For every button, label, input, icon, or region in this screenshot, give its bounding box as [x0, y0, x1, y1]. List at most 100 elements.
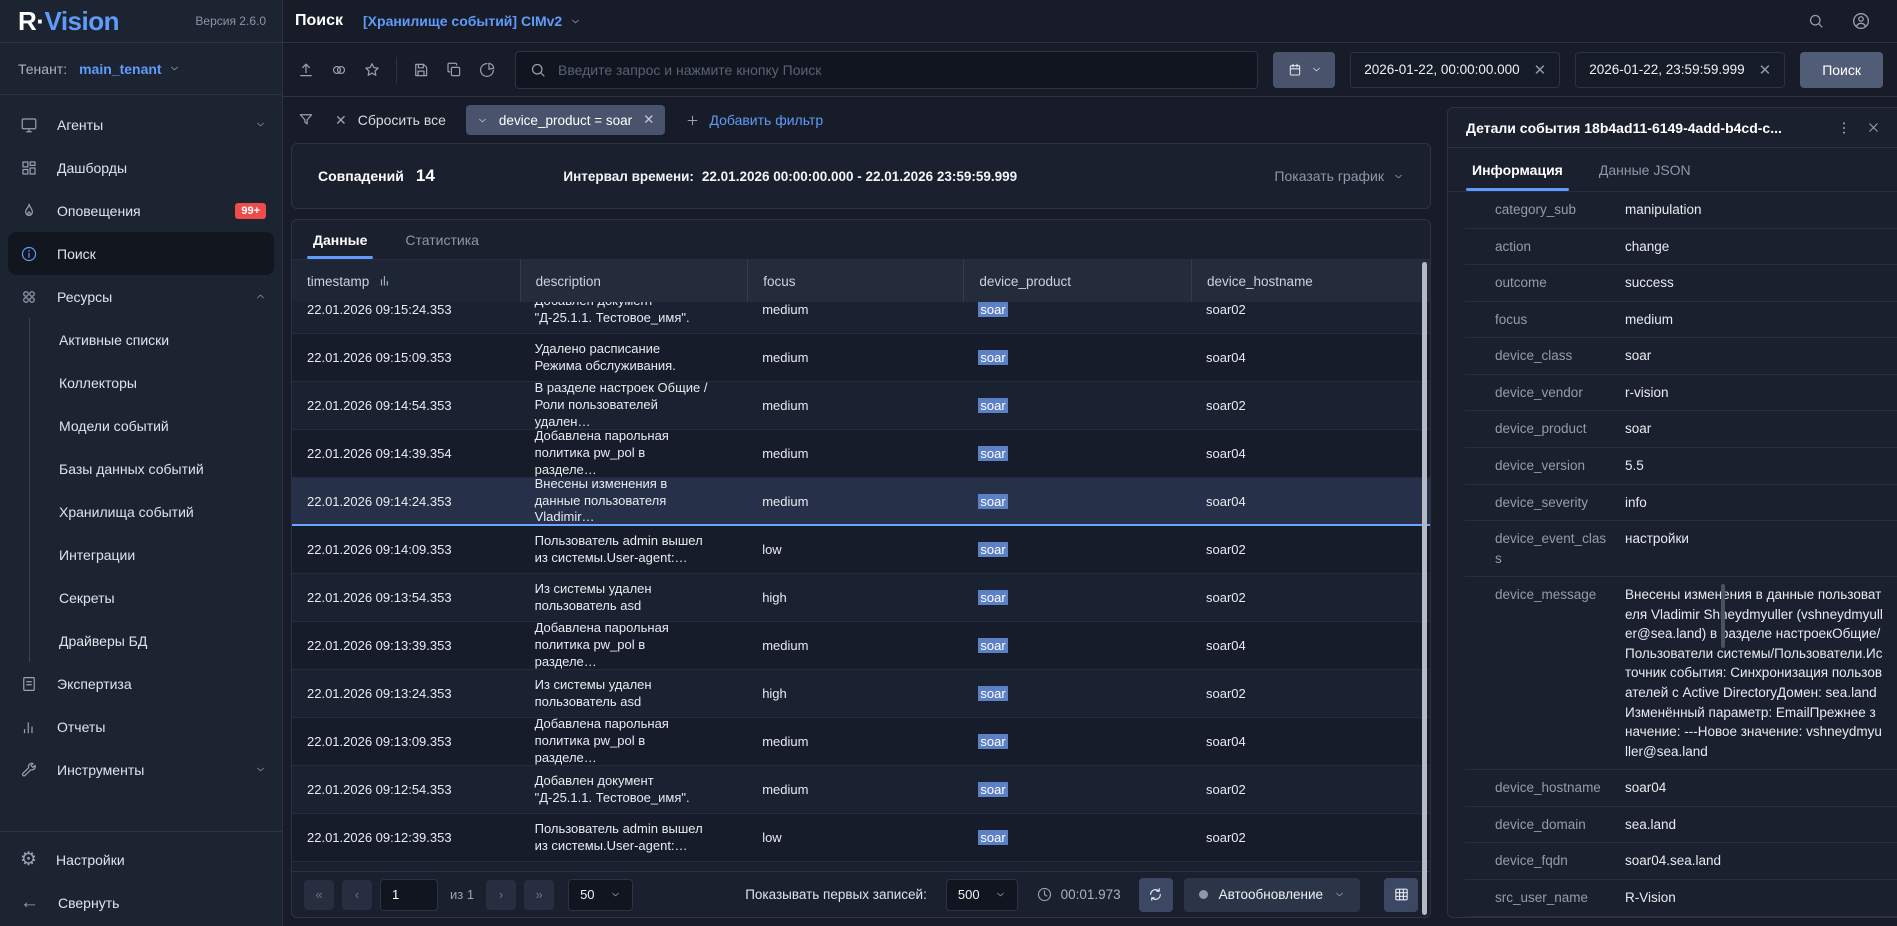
bars-icon: [20, 718, 38, 736]
sidebar-item-event-storages[interactable]: Хранилища событий: [0, 490, 282, 533]
table-row[interactable]: 22.01.2026 09:13:54.353Из системы удален…: [292, 574, 1430, 622]
global-search-icon[interactable]: [1807, 11, 1825, 31]
table-row[interactable]: 22.01.2026 09:14:09.353Пользователь admi…: [292, 526, 1430, 574]
chevron-down-icon: [255, 119, 266, 130]
details-body: category_submanipulationactionchangeoutc…: [1448, 192, 1897, 917]
sidebar-item-event-databases[interactable]: Базы данных событий: [0, 447, 282, 490]
sidebar-item-search[interactable]: Поиск: [8, 232, 274, 275]
table-row[interactable]: 22.01.2026 09:14:39.354Добавлена парольн…: [292, 430, 1430, 478]
cell-device-hostname: soar02: [1191, 782, 1430, 797]
query-input[interactable]: Введите запрос и нажмите кнопку Поиск: [515, 51, 1258, 89]
show-chart-button[interactable]: Показать график: [1274, 168, 1404, 184]
details-key: device_class: [1495, 346, 1607, 366]
copy-icon[interactable]: [445, 61, 463, 79]
autoupdate-button[interactable]: Автообновление: [1184, 878, 1360, 912]
clear-date-from-icon[interactable]: ✕: [1534, 61, 1547, 79]
unlink-icon[interactable]: [330, 61, 348, 79]
logo-row: R·Vision Версия 2.6.0: [0, 0, 282, 43]
chevron-down-icon: [995, 889, 1006, 900]
upload-icon[interactable]: [297, 61, 315, 79]
add-filter-button[interactable]: Добавить фильтр: [685, 112, 823, 128]
sidebar-item-integrations[interactable]: Интеграции: [0, 533, 282, 576]
cell-focus: medium: [747, 782, 963, 797]
sidebar-item-alerts[interactable]: Оповещения99+: [0, 189, 282, 232]
date-from-field[interactable]: 2026-01-22, 00:00:00.000✕: [1350, 52, 1560, 88]
prev-page-button[interactable]: ‹: [342, 880, 372, 910]
first-page-button[interactable]: «: [304, 880, 334, 910]
table-row[interactable]: 22.01.2026 09:13:39.353Добавлена парольн…: [292, 622, 1430, 670]
pie-chart-icon[interactable]: [478, 61, 496, 79]
table-row[interactable]: 22.01.2026 09:13:09.353Добавлена парольн…: [292, 718, 1430, 766]
show-first-select[interactable]: 500: [946, 879, 1018, 911]
table-row[interactable]: 22.01.2026 09:15:09.353Удалено расписани…: [292, 334, 1430, 382]
table-row[interactable]: 22.01.2026 09:12:39.353Пользователь admi…: [292, 814, 1430, 862]
table-row[interactable]: 22.01.2026 09:12:54.353Добавлен документ…: [292, 766, 1430, 814]
search-button[interactable]: Поиск: [1800, 52, 1883, 88]
details-row-category_sub: category_submanipulation: [1465, 192, 1897, 229]
save-icon[interactable]: [412, 61, 430, 79]
show-first-group: Показывать первых записей: 500: [745, 879, 1017, 911]
sidebar-item-db-drivers[interactable]: Драйверы БД: [0, 619, 282, 662]
tab-statistics[interactable]: Статистика: [405, 220, 479, 259]
table-row[interactable]: 22.01.2026 09:14:24.353Внесены изменения…: [292, 478, 1430, 526]
date-to-field[interactable]: 2026-01-22, 23:59:59.999✕: [1575, 52, 1785, 88]
cell-device-hostname: soar04: [1191, 350, 1430, 365]
sidebar-item-dashboards[interactable]: Дашборды: [0, 146, 282, 189]
filter-chip-device-product[interactable]: device_product = soar ✕: [466, 105, 666, 135]
calendar-button[interactable]: [1273, 52, 1335, 88]
table-row[interactable]: 22.01.2026 09:15:24.353Добавлен документ…: [292, 302, 1430, 334]
clear-date-to-icon[interactable]: ✕: [1759, 61, 1772, 79]
column-header-timestamp[interactable]: timestamp: [292, 260, 520, 302]
sidebar-item-event-models[interactable]: Модели событий: [0, 404, 282, 447]
sort-icon[interactable]: [378, 274, 392, 288]
tab-json-data[interactable]: Данные JSON: [1599, 148, 1691, 191]
favorite-star-icon[interactable]: [363, 61, 381, 79]
app-root: R·Vision Версия 2.6.0 Тенант: main_tenan…: [0, 0, 1897, 926]
details-row-device_domain: device_domainsea.land: [1465, 807, 1897, 844]
plus-icon: [685, 113, 700, 128]
sidebar-item-collectors[interactable]: Коллекторы: [0, 361, 282, 404]
page-size-select[interactable]: 50: [568, 879, 632, 911]
storage-selector-link[interactable]: [Хранилище событий] CIMv2: [363, 13, 581, 29]
last-page-button[interactable]: »: [524, 880, 554, 910]
sidebar-item-expertise[interactable]: Экспертиза: [0, 662, 282, 705]
table-row[interactable]: 22.01.2026 09:13:24.353Из системы удален…: [292, 670, 1430, 718]
column-header-focus[interactable]: focus: [747, 260, 963, 302]
cell-device-product: soar: [963, 590, 1191, 605]
tab-information[interactable]: Информация: [1472, 148, 1563, 191]
table-scrollbar[interactable]: [1422, 262, 1427, 915]
page-number-input[interactable]: 1: [380, 879, 438, 911]
columns-settings-button[interactable]: [1384, 878, 1418, 912]
cell-device-hostname: soar04: [1191, 446, 1430, 461]
highlighted-match: soar: [978, 398, 1007, 413]
next-page-button[interactable]: ›: [486, 880, 516, 910]
sidebar-item-reports[interactable]: Отчеты: [0, 705, 282, 748]
sidebar-item-active-lists[interactable]: Активные списки: [0, 318, 282, 361]
close-panel-icon[interactable]: [1866, 120, 1881, 135]
reset-filters-button[interactable]: ✕Сбросить все: [335, 112, 446, 129]
refresh-button[interactable]: [1139, 878, 1173, 912]
sidebar-item-settings[interactable]: ⚙Настройки: [0, 838, 282, 881]
column-header-device_hostname[interactable]: device_hostname: [1191, 260, 1430, 302]
sidebar-item-agents[interactable]: Агенты: [0, 103, 282, 146]
sidebar-item-secrets[interactable]: Секреты: [0, 576, 282, 619]
details-key: category_sub: [1495, 200, 1607, 220]
cell-description: Внесены изменения в данные пользователя …: [520, 476, 748, 527]
remove-filter-icon[interactable]: ✕: [643, 112, 654, 128]
sidebar-item-collapse[interactable]: ←Свернуть: [0, 881, 282, 924]
tab-data[interactable]: Данные: [313, 220, 367, 259]
panel-scrollbar-thumb[interactable]: [1721, 584, 1725, 648]
table-row[interactable]: 22.01.2026 09:14:54.353В разделе настрое…: [292, 382, 1430, 430]
monitor-icon: [20, 116, 38, 134]
user-account-icon[interactable]: [1851, 11, 1871, 31]
sidebar-item-tools[interactable]: Инструменты: [0, 748, 282, 791]
sidebar-item-resources[interactable]: Ресурсы: [0, 275, 282, 318]
details-row-device_hostname: device_hostnamesoar04: [1465, 770, 1897, 807]
chevron-down-icon: [570, 16, 581, 27]
tenant-selector[interactable]: main_tenant: [79, 61, 179, 77]
wrench-icon: [20, 761, 38, 779]
kebab-menu-icon[interactable]: [1836, 120, 1852, 136]
column-header-device_product[interactable]: device_product: [963, 260, 1191, 302]
details-key: action: [1495, 237, 1607, 257]
column-header-description[interactable]: description: [520, 260, 748, 302]
